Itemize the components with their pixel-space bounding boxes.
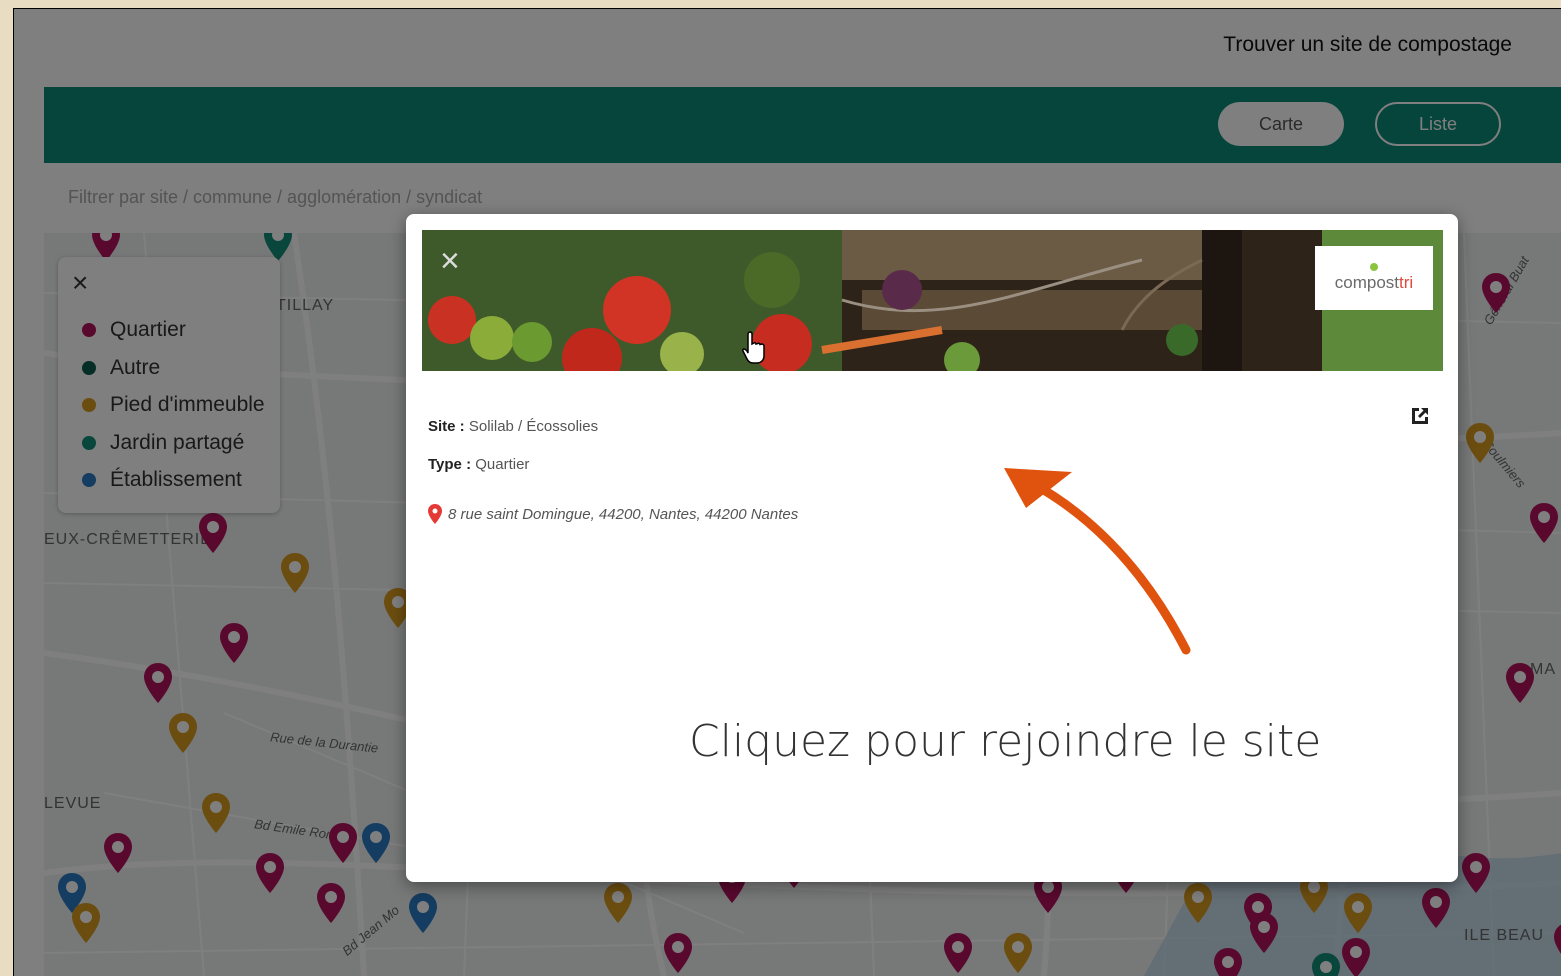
site-detail-modal: × composttri Site : Solilab / Écossolies… xyxy=(406,214,1458,882)
logo-mark xyxy=(1370,263,1378,271)
site-address: 8 rue saint Domingue, 44200, Nantes, 442… xyxy=(428,504,798,524)
site-value: Solilab / Écossolies xyxy=(468,418,599,435)
external-link-icon[interactable] xyxy=(1408,404,1432,428)
modal-close-icon[interactable]: × xyxy=(440,244,460,278)
logo-text: composttri xyxy=(1335,273,1413,293)
location-pin-icon xyxy=(428,504,442,524)
type-value: Quartier xyxy=(475,456,530,473)
annotation-arrow xyxy=(1004,468,1191,655)
site-banner-image: × composttri xyxy=(422,230,1443,371)
logo-text-main: compost xyxy=(1334,273,1400,292)
site-type-row: Type : Quartier xyxy=(428,456,529,473)
compost-photo xyxy=(422,230,1443,371)
compostri-logo: composttri xyxy=(1315,246,1433,310)
logo-text-accent: tri xyxy=(1399,273,1414,292)
address-text: 8 rue saint Domingue, 44200, Nantes, 442… xyxy=(448,505,799,523)
type-label: Type : xyxy=(428,456,472,473)
site-name-row: Site : Solilab / Écossolies xyxy=(428,418,598,435)
hand-cursor-icon xyxy=(742,331,765,364)
annotation-text: Cliquez pour rejoindre le site xyxy=(689,716,1322,767)
site-label: Site : xyxy=(428,418,465,435)
